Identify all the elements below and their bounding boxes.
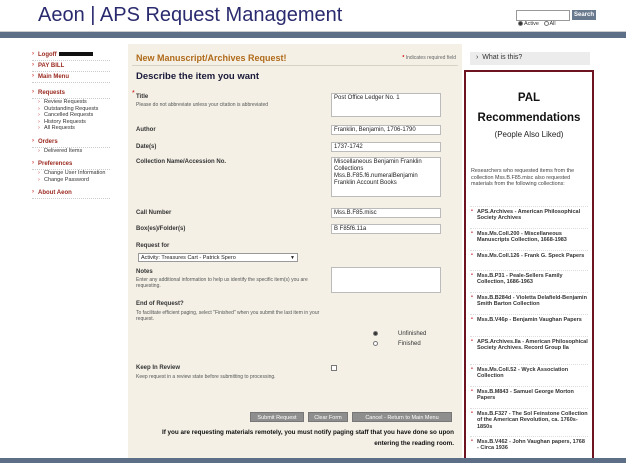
end-of-request-label: End of Request? — [136, 301, 184, 307]
pal-subtitle: (People Also Liked) — [494, 130, 564, 139]
chevron-down-icon: ▼ — [290, 255, 295, 261]
app-header: Aeon | APS Request Management Search Act… — [0, 0, 626, 32]
request-form: New Manuscript/Archives Request! * Indic… — [128, 44, 462, 463]
pal-intro: Researchers who requested items from the… — [471, 168, 575, 187]
what-is-this-link[interactable]: › What is this? — [470, 52, 590, 65]
pal-item[interactable]: Mss.B.V46p - Benjamin Vaughan Papers — [470, 314, 588, 323]
title-help: Please do not abbreviate unless your cit… — [136, 102, 269, 108]
pal-item[interactable]: Mss.Ms.Coll.126 - Frank G. Speck Papers — [470, 250, 588, 259]
cancel-button[interactable]: Cancel - Return to Main Menu — [352, 412, 452, 422]
author-label: Author — [136, 127, 156, 133]
required-note: * Indicates required field — [402, 55, 456, 61]
sidebar-item-main-menu[interactable]: Main Menu — [32, 72, 110, 83]
header-bar — [0, 32, 626, 38]
request-for-select[interactable]: Activity: Treasures Cart - Patrick Spero… — [138, 253, 298, 262]
dates-label: Date(s) — [136, 144, 157, 150]
required-star: * — [132, 90, 135, 97]
collection-field[interactable]: Miscellaneous Benjamin Franklin Collecti… — [331, 157, 441, 197]
pal-item[interactable]: Mss.Ms.Coll.200 - Miscellaneous Manuscri… — [470, 228, 588, 244]
required-star: * — [402, 55, 405, 61]
radio-active[interactable] — [518, 21, 523, 27]
end-of-request-help: To facilitate efficient paging, select "… — [136, 310, 320, 322]
request-for-value: Activity: Treasures Cart - Patrick Spero — [141, 255, 236, 261]
author-field[interactable]: Franklin, Benjamin, 1706-1790 — [331, 125, 441, 135]
required-note-text: Indicates required field — [405, 55, 456, 61]
call-number-field[interactable]: Mss.B.F85.misc — [331, 208, 441, 218]
sidebar: Logoff PAY BILL Main Menu Requests Revie… — [32, 50, 110, 204]
pal-item[interactable]: Mss.B.M843 - Samuel George Morton Papers — [470, 386, 588, 402]
radio-active-label: Active — [524, 21, 539, 27]
radio-unfinished-label: Unfinished — [398, 331, 427, 337]
chevron-right-icon: › — [476, 54, 479, 61]
box-folder-label: Box(es)/Folder(s) — [136, 226, 186, 232]
sidebar-item-logoff[interactable]: Logoff — [32, 50, 110, 61]
radio-all-label: All — [549, 21, 556, 27]
pal-item[interactable]: Mss.B.B284d - Violetta Delafield-Benjami… — [470, 292, 588, 308]
pal-item[interactable]: Mss.B.P31 - Peale-Sellers Family Collect… — [470, 270, 588, 286]
sidebar-item-about-aeon[interactable]: About Aeon — [32, 188, 110, 199]
radio-finished-label: Finished — [398, 341, 421, 347]
logoff-label: Logoff — [38, 52, 57, 58]
pal-item[interactable]: Mss.B.F327 - The Sol Feinstone Collectio… — [470, 408, 588, 430]
box-folder-field[interactable]: B F85f6.11a — [331, 224, 441, 234]
radio-all[interactable] — [543, 21, 549, 27]
pal-item[interactable]: Mss.B.V462 - John Vaughan papers, 1768 -… — [470, 436, 588, 452]
redacted-username — [58, 52, 93, 57]
notes-field[interactable] — [331, 267, 441, 293]
notes-help: Enter any additional information to help… — [136, 277, 308, 289]
sidebar-item-all-requests[interactable]: All Requests — [32, 125, 110, 132]
radio-finished[interactable] — [373, 341, 378, 346]
sidebar-item-change-password[interactable]: Change Password — [32, 177, 110, 184]
sidebar-item-preferences[interactable]: Preferences — [32, 159, 110, 170]
collection-label: Collection Name/Accession No. — [136, 159, 227, 165]
request-for-label: Request for — [136, 243, 170, 249]
app-title: Aeon | APS Request Management — [38, 4, 343, 26]
pal-title: PAL Recommendations — [477, 92, 581, 124]
title-label: Title — [136, 94, 149, 100]
sidebar-item-delivered-items[interactable]: Delivered Items — [32, 148, 110, 155]
search-scope: Active All — [518, 21, 556, 27]
section-heading: Describe the item you want — [136, 71, 260, 82]
footer-bar — [0, 458, 626, 463]
form-title: New Manuscript/Archives Request! — [136, 53, 287, 63]
pal-item[interactable]: APS.Archives - American Philosophical So… — [470, 206, 588, 222]
remote-request-note: If you are requesting materials remotely… — [161, 429, 454, 447]
dates-field[interactable]: 1737-1742 — [331, 142, 441, 152]
sidebar-item-orders[interactable]: Orders — [32, 137, 110, 148]
what-is-this-label: What is this? — [482, 54, 523, 61]
title-field[interactable]: Post Office Ledger No. 1 — [331, 93, 441, 117]
submit-request-button[interactable]: Submit Request — [250, 412, 304, 422]
keep-in-review-label: Keep In Review — [136, 365, 181, 371]
keep-in-review-help: Keep request in a review state before su… — [136, 374, 276, 380]
search-button[interactable]: Search — [572, 10, 596, 20]
sidebar-item-requests[interactable]: Requests — [32, 88, 110, 99]
clear-form-button[interactable]: Clear Form — [308, 412, 348, 422]
pal-item[interactable]: Mss.Ms.Coll.52 - Wyck Association Collec… — [470, 364, 588, 380]
notes-label: Notes — [136, 269, 153, 275]
keep-in-review-checkbox[interactable] — [331, 365, 337, 371]
call-number-label: Call Number — [136, 210, 172, 216]
radio-unfinished[interactable] — [373, 331, 378, 336]
pal-item[interactable]: APS.Archives.IIa - American Philosophica… — [470, 336, 588, 352]
sidebar-item-pay-bill[interactable]: PAY BILL — [32, 61, 110, 72]
pal-recommendations-panel: PAL Recommendations (People Also Liked) … — [464, 70, 594, 463]
search-input[interactable] — [516, 10, 570, 21]
divider — [132, 65, 458, 66]
